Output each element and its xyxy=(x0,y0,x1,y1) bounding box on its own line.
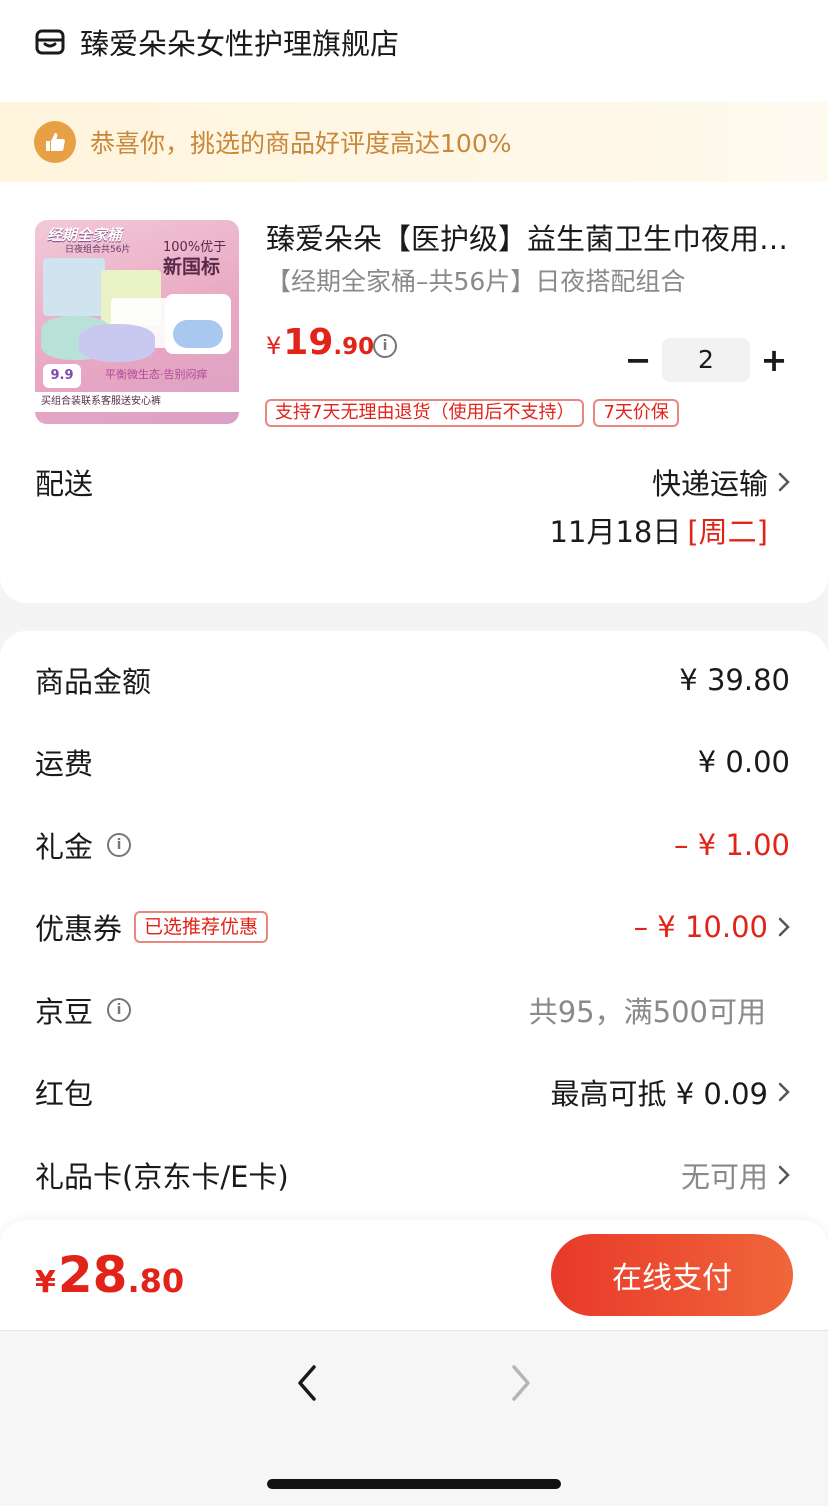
checkout-bar: ¥ 28 .80 在线支付 xyxy=(0,1220,828,1330)
store-icon xyxy=(35,29,65,55)
row-value: ¥ 0.00 xyxy=(697,745,790,779)
row-value: ¥ 39.80 xyxy=(679,663,790,697)
pay-online-button[interactable]: 在线支付 xyxy=(551,1234,793,1316)
browser-toolbar xyxy=(0,1330,828,1506)
row-gift-money: 礼金 i – ¥ 1.00 xyxy=(35,825,790,865)
return-policy-tag: 支持7天无理由退货（使用后不支持） xyxy=(265,399,585,427)
row-red-packet[interactable]: 红包 最高可抵 ¥ 0.09 xyxy=(35,1072,790,1112)
shipping-method[interactable]: 快递运输 xyxy=(652,461,790,503)
delivery-weekday: [周二] xyxy=(687,515,768,549)
chevron-right-icon xyxy=(778,1082,790,1102)
info-icon[interactable]: i xyxy=(107,998,132,1022)
home-indicator xyxy=(267,1479,561,1489)
product-image-strip: 买组合装联系客服送安心裤 xyxy=(35,392,239,412)
total-decimal: .80 xyxy=(127,1262,185,1300)
order-card: 臻爱朵朵女性护理旗舰店 恭喜你，挑选的商品好评度高达100% 经期全家桶 日夜组… xyxy=(0,0,828,603)
shipping-label: 配送 xyxy=(35,467,94,501)
product-image-slogan: 平衡微生态·告别闷痒 xyxy=(105,368,208,381)
chevron-right-icon xyxy=(778,1165,790,1185)
row-value: – ¥ 1.00 xyxy=(674,828,790,862)
row-gift-card[interactable]: 礼品卡(京东卡/E卡) 无可用 xyxy=(35,1155,790,1195)
banner-text: 恭喜你，挑选的商品好评度高达100% xyxy=(90,129,512,158)
row-value: – ¥ 10.00 xyxy=(633,910,768,944)
row-goods-amount: 商品金额 ¥ 39.80 xyxy=(35,660,790,700)
row-label: 商品金额 xyxy=(35,665,152,699)
row-label: 运费 xyxy=(35,747,94,781)
quantity-input[interactable]: 2 xyxy=(662,338,750,382)
row-label: 礼品卡(京东卡/E卡) xyxy=(35,1160,289,1194)
decrease-button[interactable]: − xyxy=(624,338,652,382)
product-image-claim2: 新国标 xyxy=(163,256,221,278)
row-label-wrap: 礼金 i xyxy=(35,824,132,866)
row-value-wrap: 最高可抵 ¥ 0.09 xyxy=(551,1071,790,1113)
price-protect-tag: 7天价保 xyxy=(593,399,679,427)
currency-symbol: ¥ xyxy=(266,332,282,360)
row-value-wrap: – ¥ 10.00 xyxy=(634,910,790,944)
increase-button[interactable]: + xyxy=(760,338,788,382)
product-image[interactable]: 经期全家桶 日夜组合共56片 100%优于 新国标 9.9 平衡微生态·告别闷痒… xyxy=(35,220,239,424)
package-graphic xyxy=(43,258,105,316)
row-value: 无可用 xyxy=(680,1160,768,1194)
thumbs-up-icon xyxy=(34,121,76,163)
shipping-method-label: 快递运输 xyxy=(651,467,768,501)
store-header[interactable]: 臻爱朵朵女性护理旗舰店 xyxy=(34,22,399,62)
row-shipping-fee: 运费 ¥ 0.00 xyxy=(35,742,790,782)
total-price: ¥ 28 .80 xyxy=(35,1246,184,1304)
total-integer: 28 xyxy=(57,1246,128,1304)
product-image-price: 9.9 xyxy=(43,364,81,388)
row-label: 优惠券 xyxy=(35,912,123,946)
price-integer: 19 xyxy=(283,322,334,363)
product-spec[interactable]: 【经期全家桶–共56片】日夜搭配组合 xyxy=(266,262,685,298)
row-jd-beans: 京豆 i 共95，满500可用 xyxy=(35,990,790,1030)
checkout-page: 臻爱朵朵女性护理旗舰店 恭喜你，挑选的商品好评度高达100% 经期全家桶 日夜组… xyxy=(0,0,828,1506)
delivery-date[interactable]: 11月18日 [周二] xyxy=(550,509,768,551)
row-coupon[interactable]: 优惠券 已选推荐优惠 – ¥ 10.00 xyxy=(35,907,790,947)
back-arrow-icon[interactable] xyxy=(292,1361,322,1405)
price-info-icon[interactable]: i xyxy=(373,334,397,358)
price-decimal: .90 xyxy=(333,334,375,360)
bucket-graphic xyxy=(79,324,155,362)
price-summary-card: 商品金额 ¥ 39.80 运费 ¥ 0.00 礼金 i – ¥ 1.00 优惠券… xyxy=(0,631,828,1271)
chevron-right-icon xyxy=(778,917,790,937)
row-value-wrap: 无可用 xyxy=(681,1154,790,1196)
delivery-date-text: 11月18日 xyxy=(549,515,682,549)
row-label-wrap: 优惠券 已选推荐优惠 xyxy=(35,906,269,948)
coupon-tag: 已选推荐优惠 xyxy=(134,911,269,943)
product-price: ¥ 19 .90 xyxy=(266,322,374,363)
row-label: 红包 xyxy=(35,1077,94,1111)
product-image-subtitle: 日夜组合共56片 xyxy=(65,245,131,255)
currency-symbol: ¥ xyxy=(35,1265,56,1300)
store-name: 臻爱朵朵女性护理旗舰店 xyxy=(80,27,400,61)
quantity-stepper: − 2 + xyxy=(624,338,788,382)
row-value: 共95，满500可用 xyxy=(528,995,766,1029)
rating-banner: 恭喜你，挑选的商品好评度高达100% xyxy=(0,102,828,182)
row-label: 礼金 xyxy=(35,830,94,864)
chevron-right-icon xyxy=(778,472,790,492)
info-icon[interactable]: i xyxy=(107,833,132,857)
row-label-wrap: 京豆 i xyxy=(35,989,132,1031)
product-title[interactable]: 臻爱朵朵【医护级】益生菌卫生巾夜用超薄棉柔透气姨妈巾 xyxy=(266,216,796,258)
forward-arrow-icon[interactable] xyxy=(506,1361,536,1405)
row-value: 最高可抵 ¥ 0.09 xyxy=(550,1077,768,1111)
pad-graphic xyxy=(173,320,223,348)
service-tags: 支持7天无理由退货（使用后不支持） 7天价保 xyxy=(265,399,688,427)
row-label: 京豆 xyxy=(35,995,94,1029)
